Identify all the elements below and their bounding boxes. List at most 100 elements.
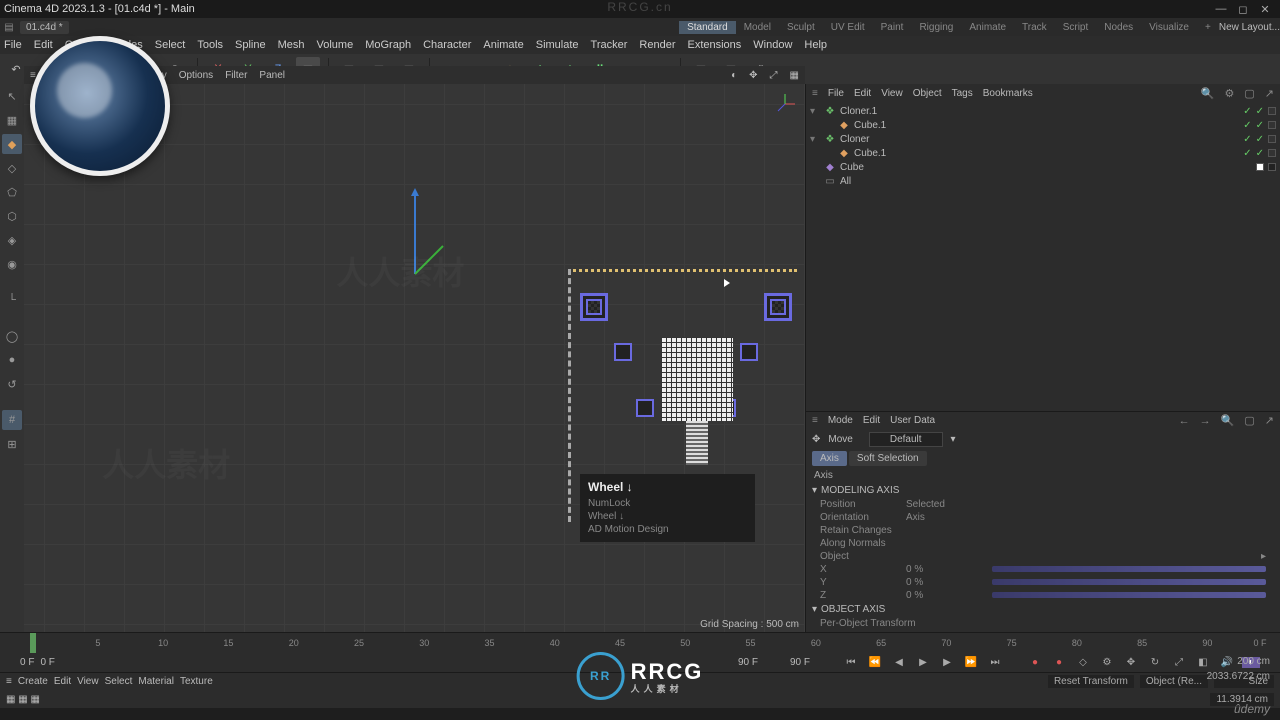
menu-volume[interactable]: Volume <box>317 39 354 51</box>
menu-spline[interactable]: Spline <box>235 39 266 51</box>
close-icon[interactable]: ✕ <box>1254 3 1276 16</box>
menu-tracker[interactable]: Tracker <box>591 39 628 51</box>
material-menu-view[interactable]: View <box>77 676 99 687</box>
viewport-solo-icon[interactable]: ◯ <box>2 326 22 346</box>
frame-end-field[interactable]: 90 F <box>738 657 758 668</box>
viewport-menu-options[interactable]: Options <box>179 70 213 81</box>
axis-mode-icon[interactable]: └ <box>2 290 22 310</box>
viewport-menu-filter[interactable]: Filter <box>225 70 247 81</box>
attrib-menu-userdata[interactable]: User Data <box>890 415 935 426</box>
menu-select[interactable]: Select <box>155 39 186 51</box>
material-hamburger-icon[interactable]: ≡ <box>6 676 12 687</box>
prev-frame-icon[interactable]: ◀ <box>890 657 908 668</box>
tab-axis[interactable]: Axis <box>812 451 847 466</box>
layout-tab-visualize[interactable]: Visualize <box>1141 21 1197 34</box>
layout-tab-standard[interactable]: Standard <box>679 21 736 34</box>
uv-poly-icon[interactable]: ◉ <box>2 254 22 274</box>
frame-start-field[interactable]: 0 F <box>20 657 34 668</box>
viewport-axis-gizmo[interactable] <box>773 92 797 118</box>
coord-value-2[interactable]: 200 cm <box>1237 654 1270 669</box>
object-menu-view[interactable]: View <box>881 88 903 99</box>
viewport-menu-panel[interactable]: Panel <box>259 70 285 81</box>
snap-settings-icon[interactable]: ⊞ <box>2 434 22 454</box>
menu-edit[interactable]: Edit <box>34 39 53 51</box>
maximize-icon[interactable]: ◻ <box>1232 3 1254 16</box>
coord-value-3[interactable]: 2033.6722 cm <box>1207 669 1270 684</box>
layout-tab-model[interactable]: Model <box>736 21 779 34</box>
popout-icon[interactable]: ↗ <box>1265 87 1274 100</box>
chevron-down-icon[interactable]: ▾ <box>812 604 817 615</box>
record-icon[interactable]: ● <box>1026 657 1044 668</box>
timeline-playhead[interactable] <box>30 633 36 653</box>
play-icon[interactable]: ▶ <box>914 657 932 668</box>
object-panel-hamburger-icon[interactable]: ≡ <box>812 88 818 99</box>
expand-icon[interactable]: ▢ <box>1244 87 1254 100</box>
menu-render[interactable]: Render <box>639 39 675 51</box>
attrib-hamburger-icon[interactable]: ≡ <box>812 415 818 426</box>
layout-tab-uvedit[interactable]: UV Edit <box>823 21 873 34</box>
attrib-menu-edit[interactable]: Edit <box>863 415 880 426</box>
minimize-icon[interactable]: — <box>1210 3 1232 15</box>
add-layout-icon[interactable]: + <box>1197 21 1219 34</box>
slider-x[interactable] <box>992 566 1266 572</box>
viewport-nav4-icon[interactable]: ▦ <box>790 70 799 81</box>
layout-tab-rigging[interactable]: Rigging <box>911 21 961 34</box>
prev-key-icon[interactable]: ⏪ <box>866 657 884 668</box>
viewport-solo-off-icon[interactable]: ● <box>2 350 22 370</box>
tool-plus-icon[interactable]: ✥ <box>812 434 820 445</box>
chevron-down-icon[interactable]: ▾ <box>812 485 817 496</box>
material-menu-create[interactable]: Create <box>18 676 48 687</box>
filter-icon[interactable]: ⚙ <box>1225 87 1235 100</box>
tab-soft-selection[interactable]: Soft Selection <box>849 451 927 466</box>
layout-tab-track[interactable]: Track <box>1014 21 1055 34</box>
slider-z[interactable] <box>992 592 1266 598</box>
go-end-icon[interactable]: ⏭ <box>986 657 1004 668</box>
menu-animate[interactable]: Animate <box>483 39 523 51</box>
material-menu-select[interactable]: Select <box>105 676 133 687</box>
layout-tab-animate[interactable]: Animate <box>961 21 1014 34</box>
autokey-icon[interactable]: ● <box>1050 657 1068 668</box>
key-rot-icon[interactable]: ↻ <box>1146 657 1164 668</box>
attrib-lock-icon[interactable]: ▢ <box>1244 414 1254 427</box>
material-menu-edit[interactable]: Edit <box>54 676 71 687</box>
coord-mode-dropdown[interactable]: Object (Re... <box>1140 675 1208 688</box>
attrib-fwd-icon[interactable]: → <box>1200 415 1211 427</box>
reset-transform-button[interactable]: Reset Transform <box>1048 675 1134 688</box>
document-tab[interactable]: 01.c4d * <box>20 21 69 34</box>
layout-tab-paint[interactable]: Paint <box>873 21 912 34</box>
viewport[interactable]: ≡ View Cameras Display Options Filter Pa… <box>24 84 805 632</box>
layout-tab-sculpt[interactable]: Sculpt <box>779 21 823 34</box>
object-menu-bookmarks[interactable]: Bookmarks <box>983 88 1033 99</box>
preset-dropdown[interactable]: Default <box>869 432 943 447</box>
new-layout-button[interactable]: New Layout... <box>1219 22 1280 33</box>
go-start-icon[interactable]: ⏮ <box>842 657 860 668</box>
menu-file[interactable]: File <box>4 39 22 51</box>
viewport-manipulator[interactable] <box>385 184 445 287</box>
attrib-menu-mode[interactable]: Mode <box>828 415 853 426</box>
menu-window[interactable]: Window <box>753 39 792 51</box>
key-scale-icon[interactable]: ⤢ <box>1170 657 1188 668</box>
next-key-icon[interactable]: ⏩ <box>962 657 980 668</box>
search-icon[interactable]: 🔍 <box>1201 87 1215 100</box>
layout-thumb-icon[interactable]: ▦ ▦ ▦ <box>6 694 40 705</box>
attrib-search-icon[interactable]: 🔍 <box>1221 414 1235 427</box>
next-frame-icon[interactable]: ▶ <box>938 657 956 668</box>
workplane-grid-icon[interactable]: # <box>2 410 22 430</box>
viewport-nav2-icon[interactable]: ✥ <box>749 70 757 81</box>
key-pos-icon[interactable]: ✥ <box>1122 657 1140 668</box>
uv-point-icon[interactable]: ◈ <box>2 230 22 250</box>
layout-tab-script[interactable]: Script <box>1055 21 1097 34</box>
poly-mode-icon[interactable]: ⬡ <box>2 206 22 226</box>
menu-tools[interactable]: Tools <box>197 39 223 51</box>
material-menu-material[interactable]: Material <box>138 676 174 687</box>
menu-character[interactable]: Character <box>423 39 471 51</box>
material-menu-texture[interactable]: Texture <box>180 676 213 687</box>
viewport-nav1-icon[interactable]: ◐ <box>731 70 737 81</box>
menu-mesh[interactable]: Mesh <box>278 39 305 51</box>
viewport-nav3-icon[interactable]: ⤢ <box>770 70 778 81</box>
timeline[interactable]: 0510152025303540455055606570758085900 F <box>0 632 1280 652</box>
menu-mograph[interactable]: MoGraph <box>365 39 411 51</box>
menu-help[interactable]: Help <box>804 39 827 51</box>
attrib-back-icon[interactable]: ← <box>1179 415 1190 427</box>
model-mode-icon[interactable]: ↖ <box>2 86 22 106</box>
